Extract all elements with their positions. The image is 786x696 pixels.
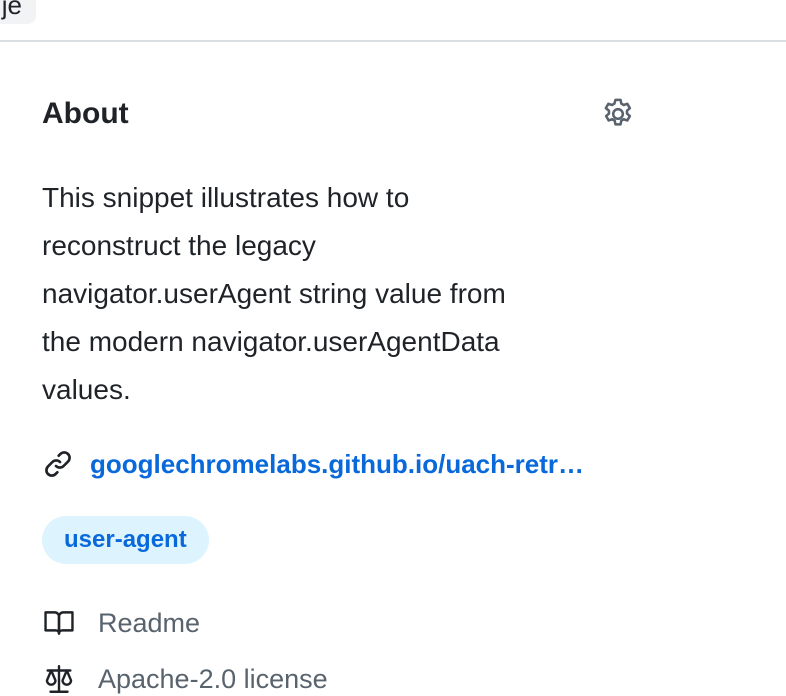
- top-tab-fragment[interactable]: je: [0, 0, 36, 24]
- license-link[interactable]: Apache-2.0 license: [42, 662, 328, 696]
- readme-link[interactable]: Readme: [42, 606, 200, 640]
- readme-label: Readme: [98, 607, 201, 638]
- description-line: reconstruct the legacy: [42, 230, 316, 261]
- license-label: Apache-2.0 license: [98, 663, 328, 694]
- description-line: values.: [42, 374, 131, 405]
- law-icon: [42, 662, 76, 696]
- homepage-link[interactable]: googlechromelabs.github.io/uach-retr…: [90, 449, 584, 480]
- about-heading: About: [42, 97, 129, 130]
- description-line: This snippet illustrates how to: [42, 182, 410, 213]
- book-icon: [42, 606, 76, 640]
- link-icon: [42, 448, 74, 480]
- top-tab-label: je: [1, 0, 22, 20]
- top-strip: je: [0, 0, 786, 42]
- description-line: the modern navigator.userAgentData: [42, 326, 500, 357]
- repo-description: This snippet illustrates how to reconstr…: [42, 174, 612, 414]
- gear-icon[interactable]: [600, 96, 636, 132]
- description-line: navigator.userAgent string value from: [42, 278, 506, 309]
- homepage-link-row: googlechromelabs.github.io/uach-retr…: [42, 446, 642, 482]
- topic-tag-user-agent[interactable]: user-agent: [42, 516, 209, 564]
